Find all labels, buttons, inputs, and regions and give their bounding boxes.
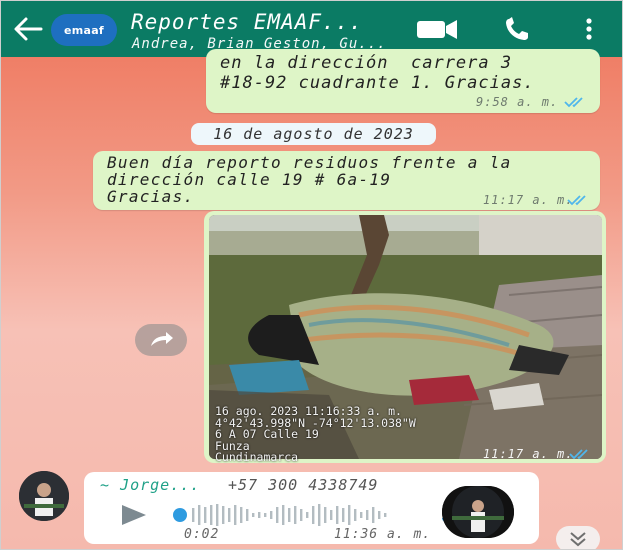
voice-duration: 0:02 <box>184 527 220 542</box>
video-camera-icon[interactable] <box>415 15 461 43</box>
date-separator: 16 de agosto de 2023 <box>191 123 436 145</box>
chat-screen: emaaf Reportes EMAAF... Andrea, Brian Ge… <box>0 0 623 550</box>
forward-arrow-icon[interactable] <box>135 324 187 356</box>
audio-waveform[interactable] <box>172 502 432 528</box>
message-time: 11:36 a. m. <box>334 527 432 542</box>
play-icon[interactable] <box>118 502 150 528</box>
group-avatar[interactable]: emaaf <box>51 14 117 46</box>
message-text: Buen día reporto residuos frente a la di… <box>107 153 512 206</box>
message-time: 9:58 a. m. <box>476 95 559 109</box>
sender-phone[interactable]: +57 300 4338749 <box>228 476 378 494</box>
message-time: 11:17 a. m. <box>483 447 574 461</box>
outgoing-message[interactable]: Buen día reporto residuos frente a la di… <box>93 151 600 210</box>
phone-icon[interactable] <box>503 15 533 43</box>
double-check-icon <box>569 449 588 460</box>
sender-avatar[interactable] <box>19 471 69 521</box>
voice-sender-avatar <box>442 486 514 538</box>
message-time: 11:17 a. m. <box>483 193 574 207</box>
more-vert-icon[interactable] <box>581 15 597 43</box>
chat-title[interactable]: Reportes EMAAF... <box>131 10 363 34</box>
double-check-icon <box>567 195 586 206</box>
sender-name[interactable]: ~ Jorge... <box>100 476 200 494</box>
double-check-icon <box>564 97 583 108</box>
incoming-voice-message[interactable]: ~ Jorge... +57 300 4338749 0:02 11:36 a.… <box>84 472 539 544</box>
double-chevron-down-icon[interactable] <box>556 526 600 550</box>
group-avatar-text: emaaf <box>63 23 105 37</box>
outgoing-message[interactable]: en la dirección carrera 3 #18-92 cuadran… <box>206 49 600 113</box>
arrow-left-icon[interactable] <box>11 14 45 44</box>
photo-timestamp-overlay: 16 ago. 2023 11:16:33 a. m. 4°42'43.998"… <box>215 404 416 464</box>
message-text: en la dirección carrera 3 #18-92 cuadran… <box>220 53 535 93</box>
